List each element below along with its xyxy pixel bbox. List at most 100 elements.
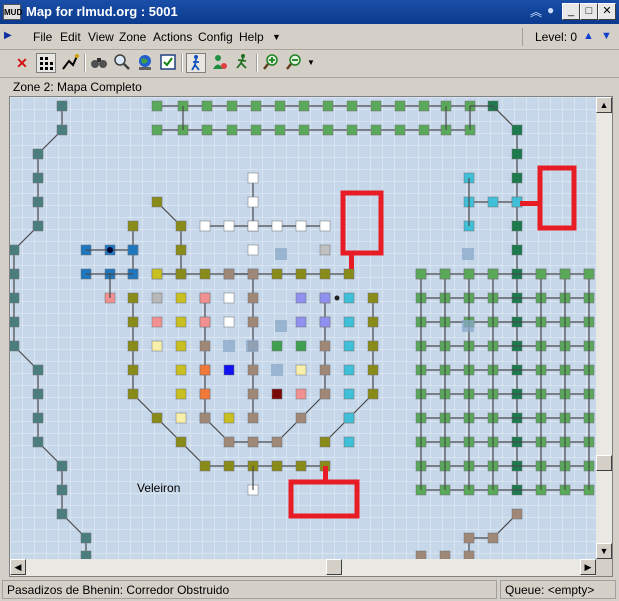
map-room[interactable] [394,124,406,136]
zoom-in-icon[interactable] [261,53,281,73]
map-room[interactable] [151,412,163,424]
map-room[interactable] [127,292,139,304]
map-room[interactable] [247,412,259,424]
map-room[interactable] [271,436,283,448]
maximize-button[interactable]: □ [580,3,598,20]
map-room[interactable] [343,316,355,328]
map-room[interactable] [583,268,595,280]
collapse-icon[interactable]: ︽ [530,3,542,20]
close-button[interactable]: ✕ [598,3,616,20]
map-room[interactable] [201,100,213,112]
map-room[interactable] [295,388,307,400]
map-room[interactable] [370,100,382,112]
map-room[interactable] [247,244,259,256]
scroll-right-icon[interactable]: ▶ [580,559,596,575]
path-icon[interactable] [60,53,80,73]
map-room[interactable] [151,124,163,136]
horizontal-scrollbar[interactable]: ◀ ▶ [10,559,596,576]
map-room[interactable] [32,196,44,208]
map-room[interactable] [322,100,334,112]
map-room[interactable] [127,364,139,376]
map-room[interactable] [199,460,211,472]
magnifier-icon[interactable] [112,53,132,73]
map-room[interactable] [247,172,259,184]
scroll-left-icon[interactable]: ◀ [10,559,26,575]
menu-edit[interactable]: Edit [60,30,81,44]
map-room[interactable] [250,124,262,136]
map-room[interactable] [175,364,187,376]
map-room[interactable] [32,172,44,184]
vertical-scrollbar[interactable]: ▲ ▼ [596,97,612,559]
walk-icon[interactable] [186,53,206,73]
map-room[interactable] [463,532,475,544]
map-room[interactable] [463,268,475,280]
map-room[interactable] [151,196,163,208]
map-room[interactable] [199,292,211,304]
map-room[interactable] [511,148,523,160]
map-room[interactable] [346,100,358,112]
map-room[interactable] [247,316,259,328]
map-room[interactable] [10,340,20,352]
map-room[interactable] [274,124,286,136]
menu-zone[interactable]: Zone [119,30,146,44]
map-room[interactable] [271,220,283,232]
map-room[interactable] [463,550,475,559]
map-room[interactable] [56,124,68,136]
map-room[interactable] [295,340,307,352]
map-room[interactable] [274,100,286,112]
map-room[interactable] [151,100,163,112]
map-room[interactable] [487,268,499,280]
map-room[interactable] [80,550,92,559]
map-room[interactable] [559,268,571,280]
map-canvas[interactable] [10,97,596,559]
map-room[interactable] [271,268,283,280]
map-room[interactable] [319,244,331,256]
map-room[interactable] [343,388,355,400]
map-room[interactable] [151,268,163,280]
map-room[interactable] [487,532,499,544]
map-room[interactable] [223,364,235,376]
map-room[interactable] [367,364,379,376]
map-room[interactable] [370,124,382,136]
map-room[interactable] [511,220,523,232]
map-room[interactable] [56,484,68,496]
menu-file[interactable]: File [33,30,52,44]
map-room[interactable] [319,388,331,400]
map-room[interactable] [32,436,44,448]
minimize-button[interactable]: _ [562,3,580,20]
map-room[interactable] [223,412,235,424]
map-room[interactable] [298,100,310,112]
menu-help[interactable]: Help [239,30,264,44]
map-room[interactable] [439,550,451,559]
map-room[interactable] [226,124,238,136]
map-room[interactable] [322,124,334,136]
map-room[interactable] [415,268,427,280]
map-room[interactable] [394,100,406,112]
globe-icon[interactable] [135,53,155,73]
map-room[interactable] [10,316,20,328]
map-room[interactable] [511,124,523,136]
map-room[interactable] [56,460,68,472]
map-room[interactable] [247,220,259,232]
map-room[interactable] [199,220,211,232]
map-room[interactable] [271,388,283,400]
map-room[interactable] [247,196,259,208]
map-room[interactable] [511,508,523,520]
menu-view[interactable]: View [88,30,114,44]
map-room[interactable] [10,292,20,304]
map-room[interactable] [295,292,307,304]
map-room[interactable] [247,388,259,400]
map-room[interactable] [346,124,358,136]
map-room[interactable] [127,220,139,232]
map-room[interactable] [223,220,235,232]
map-room[interactable] [319,340,331,352]
map-room[interactable] [295,460,307,472]
map-room[interactable] [367,340,379,352]
map-room[interactable] [32,220,44,232]
map-room[interactable] [199,364,211,376]
map-room[interactable] [295,412,307,424]
map-room[interactable] [367,316,379,328]
map-room[interactable] [32,148,44,160]
menu-config[interactable]: Config [198,30,233,44]
map-room[interactable] [175,220,187,232]
